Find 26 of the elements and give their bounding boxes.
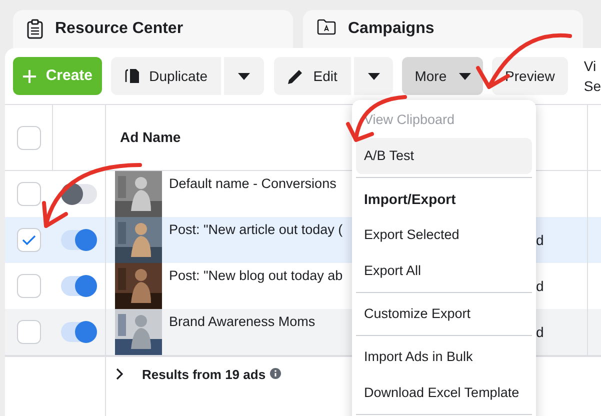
section-card[interactable]: Campaigns bbox=[303, 10, 583, 48]
menu-item[interactable]: Import Ads in Bulk bbox=[356, 339, 532, 375]
ad-name[interactable]: Default name - Conversions bbox=[169, 171, 336, 193]
menu-item[interactable]: Export All bbox=[356, 253, 532, 289]
menu-item[interactable]: A/B Test bbox=[356, 138, 532, 174]
menu-item[interactable]: Export Selected bbox=[356, 217, 532, 253]
menu-item[interactable]: Customize Export bbox=[356, 296, 532, 332]
edit-button[interactable]: Edit bbox=[274, 57, 352, 95]
table-cell-text: d bbox=[536, 322, 544, 342]
toolbar-label: Se bbox=[584, 77, 601, 96]
duplicate-button[interactable]: Duplicate bbox=[111, 57, 222, 95]
toolbar-label: Vi bbox=[584, 57, 598, 76]
card-title: Resource Center bbox=[55, 19, 184, 39]
card-title: Campaigns bbox=[348, 19, 434, 39]
results-summary: Results from 19 ads bbox=[142, 366, 266, 384]
table-cell-text: d bbox=[536, 230, 544, 250]
ad-name[interactable]: Brand Awareness Moms bbox=[169, 309, 316, 331]
section-card[interactable]: Resource Center bbox=[13, 10, 293, 48]
more-button[interactable]: More bbox=[402, 57, 483, 95]
menu-section-header: Import/Export bbox=[364, 190, 456, 209]
column-header: Ad Name bbox=[120, 128, 181, 147]
ad-name[interactable]: Post: "New article out today ( bbox=[169, 217, 343, 239]
table-cell-text: d bbox=[536, 276, 544, 296]
preview-button[interactable]: Preview bbox=[492, 57, 568, 95]
menu-item[interactable]: Download Excel Template bbox=[356, 375, 532, 411]
ad-name[interactable]: Post: "New blog out today ab bbox=[169, 263, 343, 285]
